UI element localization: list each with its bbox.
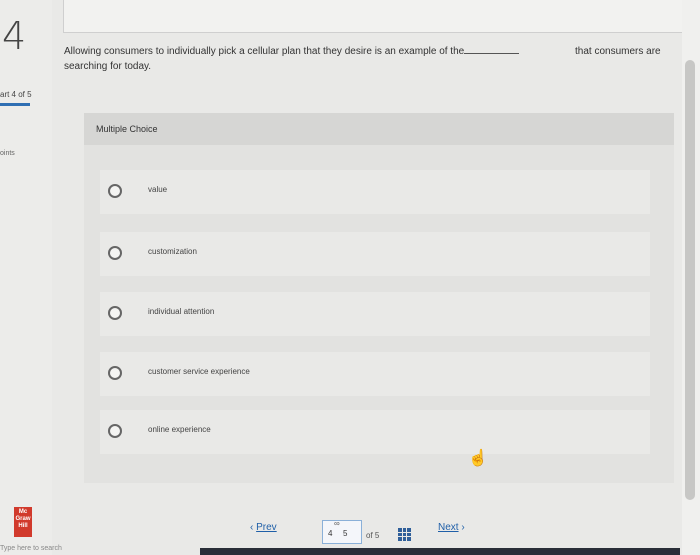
option-label: customer service experience: [148, 367, 250, 376]
option-customer-service-experience[interactable]: customer service experience: [100, 352, 650, 396]
ellipsis-icon: ∞: [334, 519, 340, 528]
option-label: customization: [148, 247, 197, 256]
taskbar: [200, 548, 680, 555]
question-stem: Allowing consumers to individually pick …: [64, 46, 465, 57]
question-tail: that consumers are: [575, 46, 661, 57]
option-label: value: [148, 185, 168, 194]
answer-box: [63, 0, 685, 33]
scrollbar-thumb[interactable]: [685, 60, 695, 500]
question-number: 4: [2, 14, 27, 58]
option-label: individual attention: [148, 307, 215, 316]
option-online-experience[interactable]: online experience: [100, 410, 650, 454]
radio-button-icon[interactable]: [108, 184, 122, 198]
part-progress-bar: [0, 103, 30, 106]
question-text: Allowing consumers to individually pick …: [64, 44, 684, 74]
grid-view-icon[interactable]: [398, 528, 411, 541]
page-indicator[interactable]: ∞ 4 5: [322, 519, 362, 544]
radio-button-icon[interactable]: [108, 424, 122, 438]
question-continuation: searching for today.: [64, 61, 152, 72]
current-page: 4: [328, 529, 333, 538]
mcgraw-hill-logo: Mc Graw Hill: [14, 507, 32, 537]
option-customization[interactable]: customization: [100, 232, 650, 276]
prev-label: Prev: [256, 522, 277, 533]
hand-cursor-icon: ☝: [468, 450, 488, 467]
next-label: Next: [438, 522, 459, 533]
points-label: oints: [0, 150, 15, 157]
radio-button-icon[interactable]: [108, 246, 122, 260]
option-label: online experience: [148, 425, 211, 434]
option-individual-attention[interactable]: individual attention: [100, 292, 650, 336]
radio-button-icon[interactable]: [108, 366, 122, 380]
radio-button-icon[interactable]: [108, 306, 122, 320]
option-value[interactable]: value: [100, 170, 650, 214]
chevron-right-icon: ›: [461, 522, 465, 533]
left-rail: [0, 0, 52, 555]
page-total: of 5: [366, 531, 380, 540]
multiple-choice-header: Multiple Choice: [84, 113, 674, 145]
fill-blank: [464, 44, 520, 54]
part-indicator: art 4 of 5: [0, 90, 32, 99]
multiple-choice-panel: Multiple Choice value customization indi…: [84, 113, 674, 483]
next-page-number[interactable]: 5: [343, 529, 347, 538]
taskbar-search[interactable]: Type here to search: [0, 545, 62, 552]
chevron-left-icon: ‹: [250, 522, 254, 533]
